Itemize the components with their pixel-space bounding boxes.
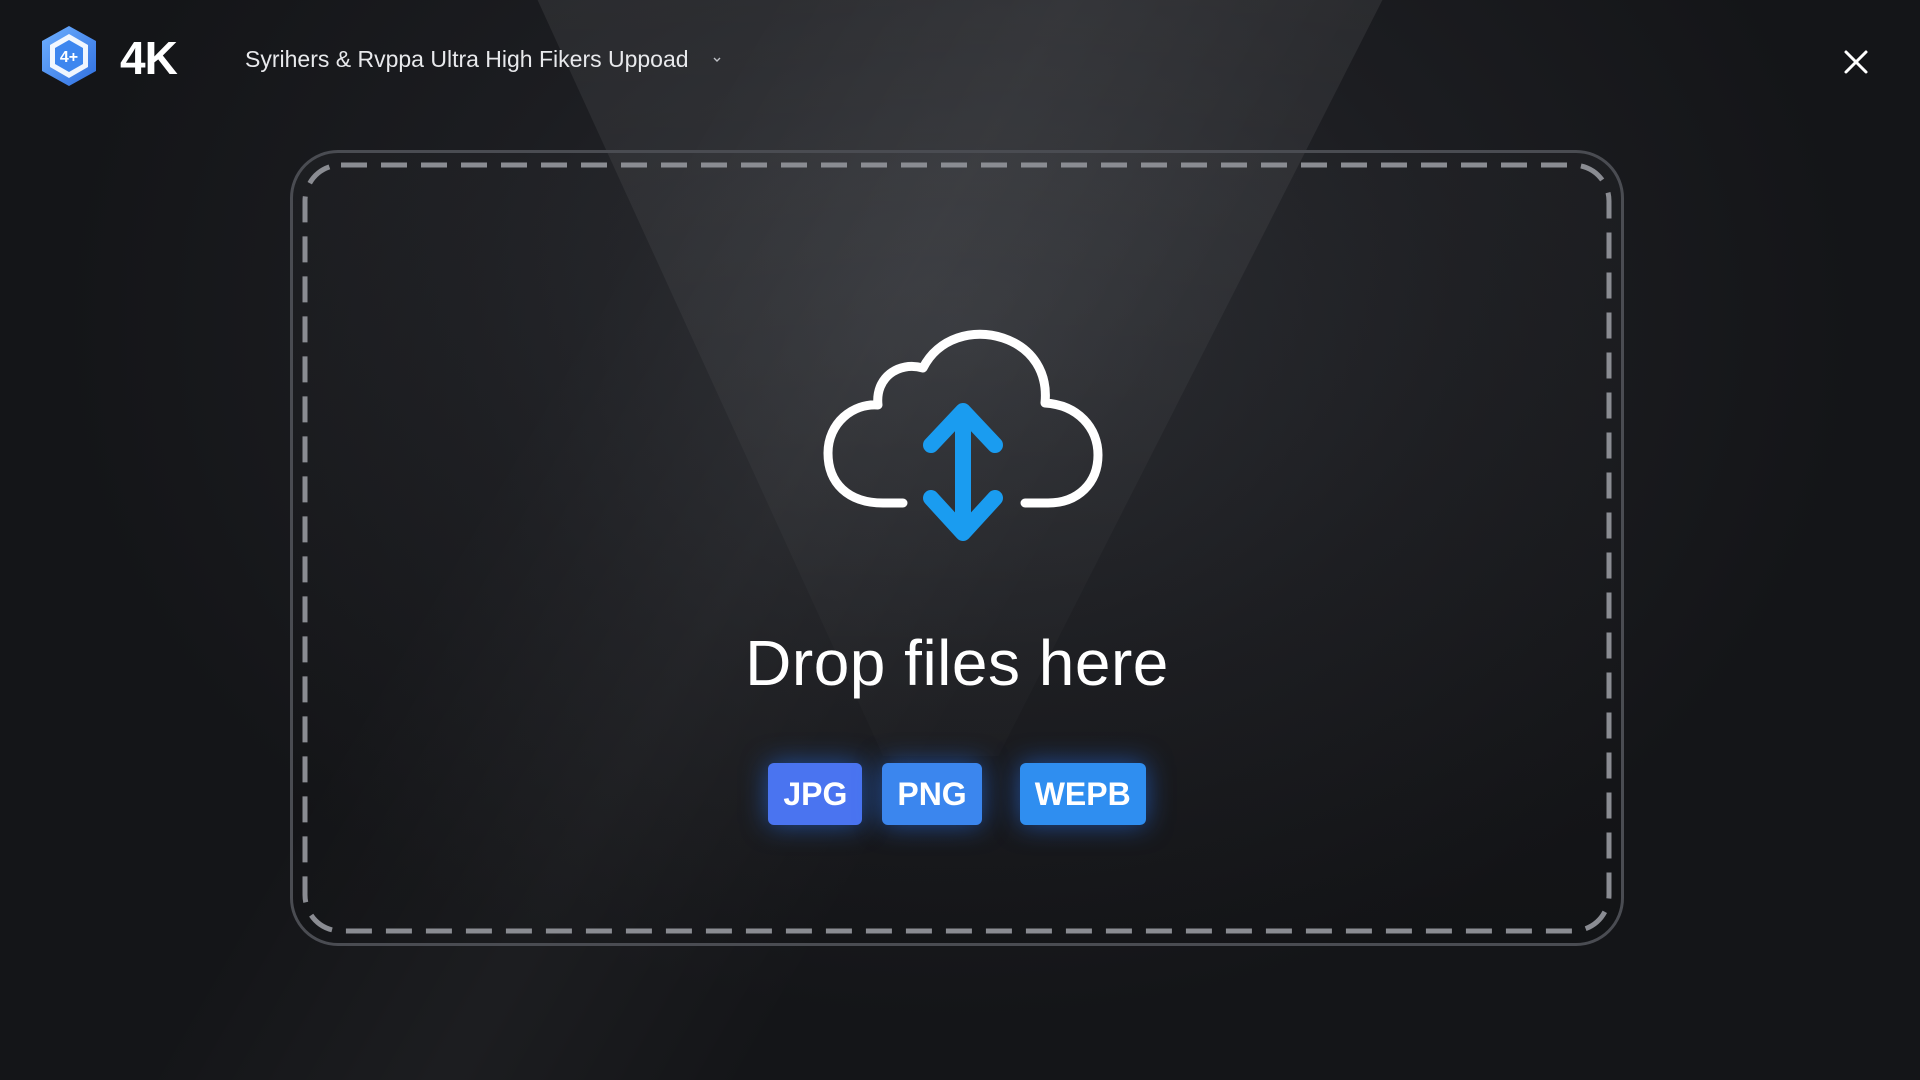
drop-files-label: Drop files here (745, 627, 1169, 699)
file-drop-zone[interactable]: Drop files here JPG PNG WEPB (290, 150, 1624, 946)
window-title: Syrihers & Rvppa Ultra High Fikers Uppoa… (245, 46, 689, 72)
cloud-upload-download-icon (823, 329, 1103, 541)
title-bar: 4+ 4K Syrihers & Rvppa Ultra High Fikers… (0, 0, 1920, 120)
supported-formats: JPG PNG WEPB (293, 763, 1621, 827)
close-icon (1844, 50, 1868, 74)
upload-window: 4+ 4K Syrihers & Rvppa Ultra High Fikers… (0, 0, 1920, 1080)
brand-name: 4K (120, 32, 178, 84)
format-badge-wepb: WEPB (1019, 763, 1146, 825)
chevron-down-icon[interactable] (712, 54, 722, 64)
close-button[interactable] (1836, 42, 1876, 82)
hexagon-logo-icon: 4+ (42, 26, 96, 86)
svg-text:4+: 4+ (60, 49, 78, 66)
format-badge-png: PNG (882, 763, 982, 825)
format-badge-jpg: JPG (768, 763, 863, 825)
